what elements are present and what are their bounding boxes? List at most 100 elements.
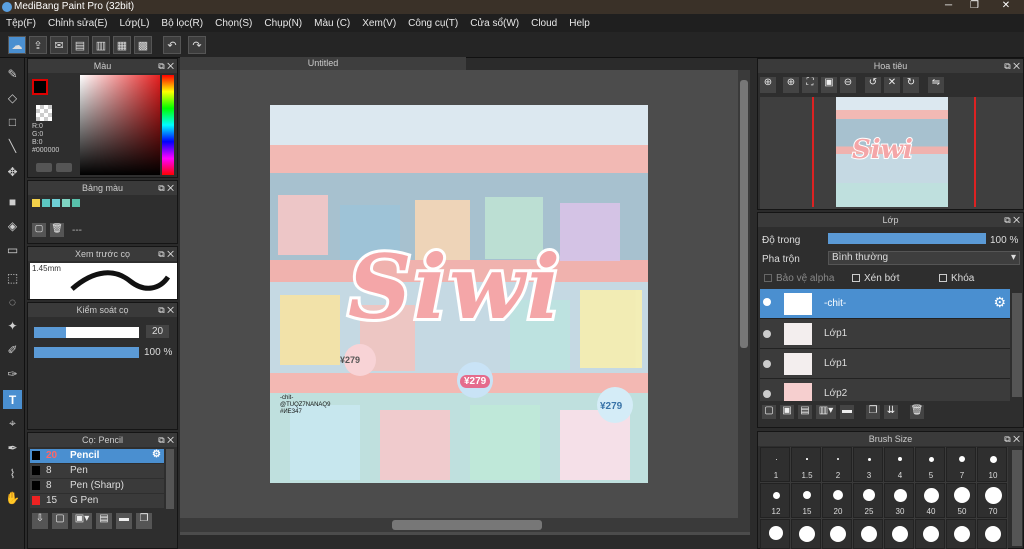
magic-wand-tool-icon[interactable]: ✦ — [3, 316, 22, 335]
close-button[interactable]: ✕ — [988, 0, 1024, 14]
hand-tool-icon[interactable]: ✋ — [3, 488, 22, 507]
document-icon[interactable]: ▤ — [71, 36, 89, 54]
brush-size-cell[interactable]: 3 — [853, 447, 883, 482]
folder-icon[interactable]: ▬ — [116, 513, 132, 529]
brush-size-cell[interactable] — [946, 519, 976, 549]
lasso-tool-icon[interactable]: ◌ — [3, 292, 22, 311]
new-8bit-layer-icon[interactable]: ▤ — [798, 405, 812, 419]
brush-size-cell[interactable] — [977, 519, 1007, 549]
brush-size-cell[interactable] — [822, 519, 852, 549]
canvas-tab[interactable]: Untitled — [180, 57, 466, 70]
canvas-hscroll-thumb[interactable] — [392, 520, 542, 530]
menu-window[interactable]: Cửa sổ(W) — [470, 18, 519, 29]
folder-icon[interactable]: ▬ — [840, 405, 854, 419]
eyedropper-swatch-button[interactable] — [36, 163, 52, 172]
brush-item-pen[interactable]: 8 Pen — [30, 464, 164, 478]
brush-size-cell[interactable]: 2 — [822, 447, 852, 482]
brush-size-value[interactable]: 20 — [146, 325, 170, 338]
saturation-value-picker[interactable] — [80, 75, 160, 175]
brush-size-cell[interactable]: 40 — [915, 483, 945, 518]
palette-swatch-sea[interactable] — [72, 199, 80, 207]
brush-size-cell[interactable] — [791, 519, 821, 549]
undo-icon[interactable]: ↶ — [163, 36, 181, 54]
menu-select[interactable]: Chọn(S) — [215, 18, 252, 29]
panel-controls-icon[interactable]: ⧉ ✕ — [1004, 59, 1020, 73]
brush-size-cell[interactable]: 7 — [946, 447, 976, 482]
rotate-left-icon[interactable]: ↺ — [865, 77, 881, 93]
new-brush-icon[interactable]: ▢ — [52, 513, 68, 529]
page-icon[interactable]: ▥ — [92, 36, 110, 54]
primary-color-swatch[interactable] — [32, 79, 48, 95]
panel-controls-icon[interactable]: ⧉ ✕ — [158, 181, 174, 195]
brush-size-cell[interactable]: 25 — [853, 483, 883, 518]
visibility-eye-icon[interactable] — [763, 390, 771, 398]
menu-view[interactable]: Xem(V) — [362, 18, 396, 29]
layer-item[interactable]: Lớp2 — [760, 379, 1010, 401]
menu-tools[interactable]: Công cụ(T) — [408, 18, 458, 29]
palette-swatch-cyan[interactable] — [52, 199, 60, 207]
move-tool-icon[interactable]: ✥ — [3, 162, 22, 181]
duplicate-icon[interactable]: ❐ — [136, 513, 152, 529]
select-pen-tool-icon[interactable]: ✐ — [3, 340, 22, 359]
menu-edit[interactable]: Chỉnh sửa(E) — [48, 18, 108, 29]
dropper-tool-icon[interactable]: ✒ — [3, 438, 22, 457]
swap-swatch-button[interactable] — [56, 163, 72, 172]
visibility-eye-icon[interactable] — [763, 298, 771, 306]
panel-controls-icon[interactable]: ⧉ ✕ — [158, 303, 174, 317]
duplicate-layer-icon[interactable]: ❐ — [866, 405, 880, 419]
gear-icon[interactable]: ⚙ — [152, 449, 161, 460]
zoom-out-icon[interactable]: ⊖ — [840, 77, 856, 93]
new-layer-icon[interactable]: ▢ — [762, 405, 776, 419]
cloud-icon[interactable]: ☁ — [8, 36, 26, 54]
menu-cloud[interactable]: Cloud — [531, 18, 557, 29]
delete-layer-icon[interactable]: 🗑 — [910, 405, 924, 419]
actual-size-icon[interactable]: ▣ — [821, 77, 837, 93]
brush-size-cell[interactable]: 1.5 — [791, 447, 821, 482]
brush-size-scrollbar[interactable] — [1012, 450, 1022, 546]
divide-tool-icon[interactable]: ⌖ — [3, 414, 22, 433]
brush-item-pencil[interactable]: 20 Pencil ⚙ — [30, 449, 164, 463]
brush-size-cell[interactable] — [915, 519, 945, 549]
flip-icon[interactable]: ⇋ — [928, 77, 944, 93]
share-icon[interactable]: ⇪ — [29, 36, 47, 54]
merge-down-icon[interactable]: ⇊ — [884, 405, 898, 419]
layout-icon[interactable]: ▦ — [113, 36, 131, 54]
zoom-in-alt-icon[interactable]: ⊕ — [783, 77, 799, 93]
layer-item[interactable]: Lớp1 — [760, 319, 1010, 349]
brush-size-cell[interactable]: 10 — [977, 447, 1007, 482]
palette-swatch-yellow[interactable] — [32, 199, 40, 207]
brush-size-cell[interactable]: 20 — [822, 483, 852, 518]
brush-size-cell[interactable]: 15 — [791, 483, 821, 518]
menu-color[interactable]: Màu (C) — [314, 18, 350, 29]
blend-mode-select[interactable]: Bình thường ▾ — [828, 251, 1020, 265]
rotate-right-icon[interactable]: ↻ — [903, 77, 919, 93]
eyedropper-tool-icon[interactable]: ⌇ — [3, 464, 22, 483]
menu-filter[interactable]: Bộ lọc(R) — [161, 18, 203, 29]
brush-tool-icon[interactable]: ✎ — [3, 64, 22, 83]
rectangle-tool-icon[interactable]: □ — [3, 112, 22, 131]
brush-item-pen-sharp[interactable]: 8 Pen (Sharp) — [30, 479, 164, 493]
transparent-swatch[interactable] — [36, 105, 52, 121]
menu-layer[interactable]: Lớp(L) — [120, 18, 150, 29]
select-eraser-tool-icon[interactable]: ✑ — [3, 364, 22, 383]
canvas-vscroll-thumb[interactable] — [740, 80, 748, 348]
line-tool-icon[interactable]: ╲ — [3, 136, 22, 155]
brush-opacity-slider[interactable] — [34, 347, 139, 358]
brush-size-cell[interactable]: 12 — [760, 483, 790, 518]
reset-view-icon[interactable]: ✕ — [884, 77, 900, 93]
menu-help[interactable]: Help — [569, 18, 590, 29]
delete-palette-icon[interactable]: 🗑 — [50, 223, 64, 237]
visibility-eye-icon[interactable] — [763, 330, 771, 338]
protect-alpha-checkbox[interactable] — [764, 274, 772, 282]
palette-swatch-teal[interactable] — [42, 199, 50, 207]
brush-list-scrollbar[interactable] — [166, 449, 174, 509]
lock-checkbox[interactable] — [939, 274, 947, 282]
palette-swatch-mint[interactable] — [62, 199, 70, 207]
panel-controls-icon[interactable]: ⧉ ✕ — [158, 433, 174, 447]
gradient-tool-icon[interactable]: ▭ — [3, 240, 22, 259]
redo-icon[interactable]: ↷ — [188, 36, 206, 54]
layer-opacity-slider[interactable] — [828, 233, 986, 244]
zoom-in-icon[interactable]: ⊕ — [760, 77, 776, 93]
visibility-eye-icon[interactable] — [763, 360, 771, 368]
brush-size-cell[interactable]: 1 — [760, 447, 790, 482]
